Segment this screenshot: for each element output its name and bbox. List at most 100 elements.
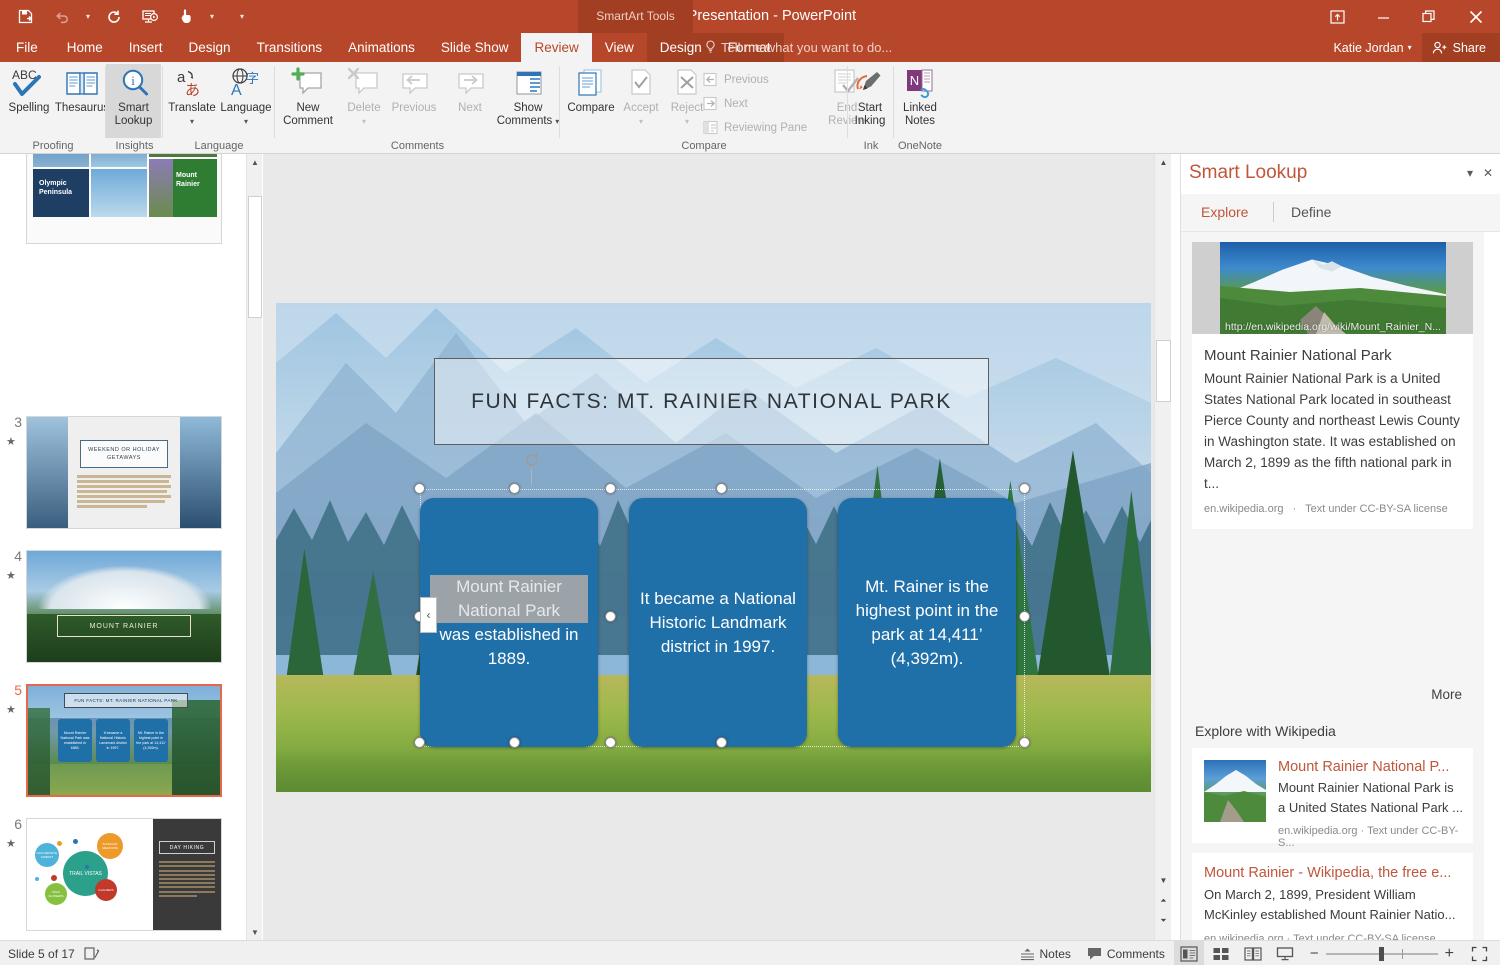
previous-comment-button[interactable]: Previous [383, 64, 445, 138]
tab-design[interactable]: Design [176, 33, 244, 62]
selection-handle-e2[interactable] [1019, 611, 1030, 622]
slide-title-placeholder[interactable]: FUN FACTS: MT. RAINIER NATIONAL PARK [434, 358, 989, 445]
linked-notes-button[interactable]: N Linked Notes [891, 64, 949, 138]
translate-button[interactable]: aあ Translate ▾ [163, 64, 221, 138]
hero-result-card[interactable]: Mount Rainier National Park Mount Rainie… [1192, 334, 1473, 529]
close-icon[interactable] [1452, 0, 1500, 33]
smartart-node-1[interactable]: Mount Rainier National Park was establis… [420, 498, 598, 747]
smartart-graphic[interactable]: Mount Rainier National Park was establis… [420, 489, 1025, 747]
selection-handle-se2[interactable] [716, 737, 727, 748]
delete-comment-dropdown-icon[interactable]: ▾ [362, 115, 366, 128]
tab-explore[interactable]: Explore [1201, 204, 1248, 220]
hero-more-link[interactable]: More [1431, 687, 1462, 702]
thumbnail-title-3: WEEKEND OR HOLIDAY GETAWAYS [80, 440, 168, 468]
scrollbar-thumb[interactable] [248, 196, 262, 318]
tab-insert[interactable]: Insert [116, 33, 176, 62]
tab-view[interactable]: View [592, 33, 647, 62]
zoom-control[interactable]: − + [1302, 945, 1462, 963]
thumbnail-slide-4[interactable]: MOUNT RAINIER [26, 550, 222, 663]
tab-transitions[interactable]: Transitions [244, 33, 336, 62]
fit-slide-icon[interactable] [1464, 941, 1494, 965]
zoom-slider[interactable] [1326, 953, 1438, 955]
selection-handle-ne[interactable] [605, 483, 616, 494]
smartart-text-pane-toggle[interactable]: ‹ [420, 597, 437, 633]
tell-me-search[interactable]: Tell me what you want to do... [705, 33, 892, 62]
tab-review[interactable]: Review [521, 33, 591, 62]
thumbnail-slide-6[interactable]: DAY HIKING TRAIL VISTAS OLD GROWTH FORES… [26, 818, 222, 931]
selection-handle-se[interactable] [605, 737, 616, 748]
selection-handle-n[interactable] [509, 483, 520, 494]
minimize-icon[interactable] [1360, 0, 1406, 33]
slide-sorter-view-button[interactable] [1206, 941, 1236, 965]
previous-slide-icon[interactable]: ⏶ [1155, 892, 1172, 909]
selection-handle-nw[interactable] [414, 483, 425, 494]
next-comment-button[interactable]: Next [447, 64, 493, 138]
next-change-button[interactable]: Next [702, 93, 748, 114]
thumbnail-pane-scrollbar[interactable]: ▲ ▼ [246, 154, 262, 940]
tab-slide-show[interactable]: Slide Show [428, 33, 522, 62]
show-comments-button[interactable]: Show Comments▾ [497, 64, 559, 138]
next-slide-icon[interactable]: ⏷ [1155, 912, 1172, 929]
zoom-in-button[interactable]: + [1445, 945, 1454, 963]
restore-icon[interactable] [1406, 0, 1452, 33]
stage-scroll-down-icon[interactable]: ▼ [1155, 872, 1172, 889]
smartart-node-2[interactable]: It became a National Historic Landmark d… [629, 498, 807, 747]
selection-handle-sw[interactable] [414, 737, 425, 748]
wikipedia-result-2-title[interactable]: Mount Rainier - Wikipedia, the free e... [1204, 865, 1461, 881]
user-name[interactable]: Katie Jordan [1333, 41, 1407, 55]
ribbon-display-options-icon[interactable] [1314, 0, 1360, 33]
user-dropdown-icon[interactable]: ▾ [1408, 43, 1422, 52]
reject-dropdown-icon[interactable]: ▾ [685, 115, 689, 128]
hero-result-title[interactable]: Mount Rainier National Park [1204, 347, 1461, 364]
slide-thumbnail-pane[interactable]: Islands OlympicPeninsula MountRainier 3 … [0, 154, 246, 940]
slide-show-view-button[interactable] [1270, 941, 1300, 965]
slide-canvas[interactable]: FUN FACTS: MT. RAINIER NATIONAL PARK Mou… [276, 303, 1151, 792]
thumbnail-slide-3[interactable]: WEEKEND OR HOLIDAY GETAWAYS [26, 416, 222, 529]
reviewing-pane-button[interactable]: Reviewing Pane [702, 117, 807, 138]
wikipedia-result-2[interactable]: Mount Rainier - Wikipedia, the free e...… [1192, 853, 1473, 940]
hero-image-container[interactable]: http://en.wikipedia.org/wiki/Mount_Raini… [1192, 242, 1473, 334]
smart-lookup-button[interactable]: i Smart Lookup [106, 64, 161, 138]
show-comments-label-line2: Comments [497, 115, 553, 128]
tab-define[interactable]: Define [1291, 204, 1331, 220]
selection-handle-s[interactable] [509, 737, 520, 748]
new-comment-button[interactable]: New Comment [279, 64, 337, 138]
scroll-up-icon[interactable]: ▲ [247, 154, 263, 170]
language-dropdown-icon[interactable]: ▾ [244, 115, 248, 128]
selection-handle-ne3[interactable] [1019, 483, 1030, 494]
selection-handle-e[interactable] [605, 611, 616, 622]
share-button[interactable]: Share [1422, 33, 1500, 62]
stage-scroll-up-icon[interactable]: ▲ [1155, 154, 1172, 171]
tab-file[interactable]: File [0, 33, 54, 62]
scroll-down-icon[interactable]: ▼ [247, 924, 263, 940]
new-comment-label-line1: New [296, 102, 319, 115]
zoom-slider-knob[interactable] [1379, 947, 1384, 961]
language-button[interactable]: A字 Language ▾ [217, 64, 275, 138]
smartart-node-3[interactable]: Mt. Rainer is the highest point in the p… [838, 498, 1016, 747]
spell-check-icon[interactable] [84, 946, 100, 961]
rotate-handle-icon[interactable] [523, 451, 541, 469]
translate-dropdown-icon[interactable]: ▾ [190, 115, 194, 128]
comments-button[interactable]: Comments [1080, 941, 1172, 965]
thumbnail-slide-5[interactable]: FUN FACTS: MT. RAINIER NATIONAL PARK Mou… [26, 684, 222, 797]
slide-stage-scrollbar[interactable]: ▲ ▼ ⏶ ⏷ [1154, 154, 1171, 940]
selection-handle-ne2[interactable] [716, 483, 727, 494]
selection-handle-se3[interactable] [1019, 737, 1030, 748]
pane-options-icon[interactable]: ▾ [1467, 166, 1473, 180]
normal-view-button[interactable] [1174, 941, 1204, 965]
tab-home[interactable]: Home [54, 33, 116, 62]
accept-dropdown-icon[interactable]: ▾ [639, 115, 643, 128]
zoom-out-button[interactable]: − [1310, 945, 1319, 962]
notes-button[interactable]: Notes [1013, 941, 1078, 965]
tab-animations[interactable]: Animations [335, 33, 428, 62]
reading-view-button[interactable] [1238, 941, 1268, 965]
wikipedia-result-1[interactable]: Mount Rainier National P... Mount Rainie… [1192, 748, 1473, 843]
wikipedia-result-1-title[interactable]: Mount Rainier National P... [1278, 759, 1463, 775]
start-inking-button[interactable]: Start Inking [844, 64, 896, 138]
previous-change-button[interactable]: Previous [702, 69, 769, 90]
stage-scrollbar-thumb[interactable] [1156, 340, 1171, 402]
thumbnail-slide-2[interactable]: Islands OlympicPeninsula MountRainier [26, 154, 222, 244]
thesaurus-button[interactable]: Thesaurus [53, 64, 111, 138]
spelling-button[interactable]: ABC Spelling [0, 64, 58, 138]
pane-close-icon[interactable]: ✕ [1483, 166, 1493, 180]
